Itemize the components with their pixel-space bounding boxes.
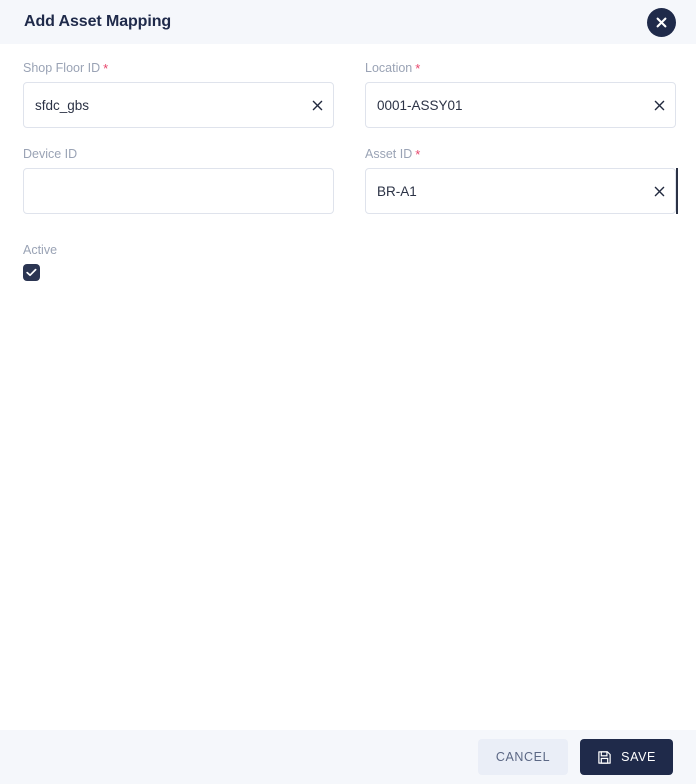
field-shop-floor-id: Shop Floor ID * [23,60,334,128]
input-wrap-asset-id [365,168,678,214]
input-wrap-location [365,82,676,128]
field-device-id: Device ID [23,146,334,214]
save-button-label: SAVE [621,750,656,764]
add-asset-mapping-dialog: Add Asset Mapping Shop Floor ID * sfdc_g… [0,0,696,784]
label-active: Active [23,242,673,258]
close-icon [656,17,667,28]
page-title: Add Asset Mapping [24,13,172,30]
label-text: Shop Floor ID [23,61,101,75]
field-location: Location * [365,60,676,128]
input-wrap-shop-floor-id [23,82,334,128]
dialog-header: Add Asset Mapping [0,0,696,44]
clear-icon-location[interactable] [652,98,666,112]
clear-icon-shop-floor-id[interactable] [310,98,324,112]
shop-floor-id-input[interactable] [23,82,334,128]
device-id-input[interactable] [23,168,334,214]
field-active: Active [23,242,673,281]
dialog-body: Shop Floor ID* Location* [0,44,696,730]
label-device-id: Device ID [23,146,334,162]
active-checkbox[interactable] [23,264,40,281]
asset-id-input[interactable] [365,168,676,214]
dialog-footer: CANCEL SAVE [0,730,696,784]
label-location: Location * [365,60,676,76]
checkmark-icon [26,268,37,277]
label-asset-id: Asset ID * [365,146,676,162]
label-text: Location [365,61,413,75]
clear-icon-asset-id[interactable] [652,184,666,198]
label-text: Asset ID [365,147,413,161]
close-button[interactable] [647,7,676,37]
save-floppy-icon [597,750,612,765]
label-text: Active [23,243,58,257]
required-asterisk: * [103,61,109,76]
required-asterisk: * [415,61,421,76]
field-asset-id: Asset ID * [365,146,678,214]
required-asterisk: * [415,147,421,162]
location-input[interactable] [365,82,676,128]
label-text: Device ID [23,147,78,161]
cancel-button[interactable]: CANCEL [477,739,569,775]
form-grid: Shop Floor ID* Location* [23,60,678,232]
asset-id-focus-marker [676,168,678,214]
save-button[interactable]: SAVE [580,739,673,775]
label-shop-floor-id: Shop Floor ID * [23,60,334,76]
input-wrap-device-id [23,168,334,214]
